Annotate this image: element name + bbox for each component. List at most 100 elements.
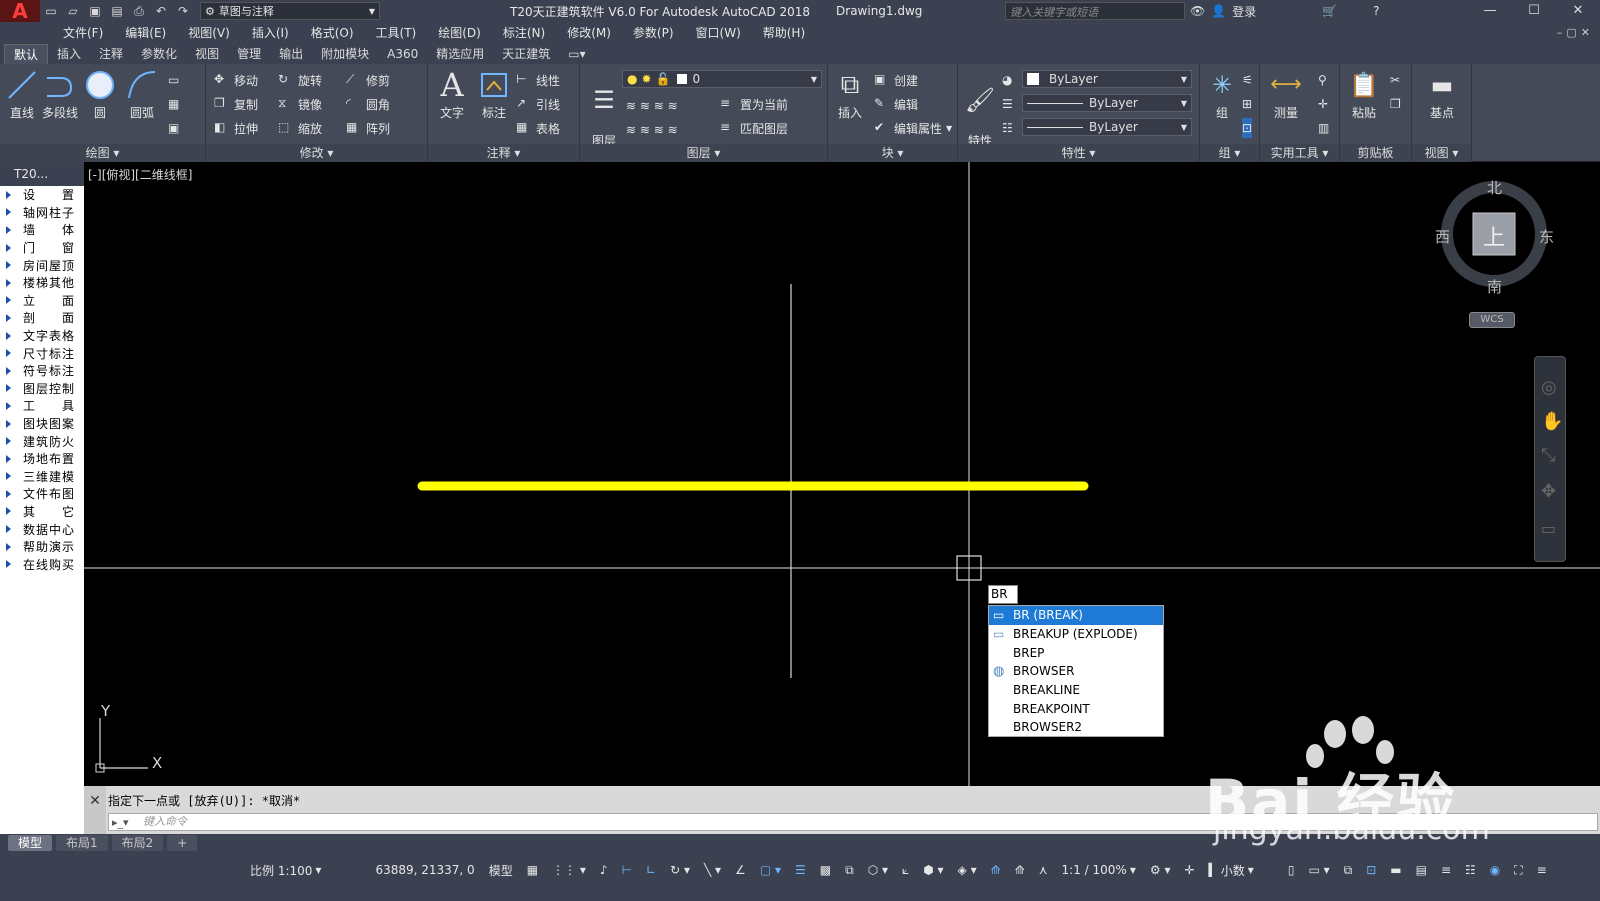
palette-item[interactable]: 场地布置 bbox=[0, 450, 84, 468]
autocomplete-item[interactable]: BREP bbox=[989, 643, 1163, 662]
zoom-icon[interactable]: ⤡ bbox=[1541, 445, 1555, 466]
quick-select-icon[interactable]: ⚲ bbox=[1318, 70, 1327, 90]
annotation-monitor-icon[interactable]: ◈ ▾ bbox=[954, 863, 981, 877]
clean-screen-icon[interactable]: ⛶ bbox=[1510, 863, 1526, 878]
color-wheel-icon[interactable]: ◕ bbox=[1002, 70, 1012, 90]
trim-tool[interactable]: ⟋ 修剪 bbox=[346, 70, 390, 90]
panel-utilities-title[interactable]: 实用工具 ▾ bbox=[1260, 144, 1339, 162]
copy-tool[interactable]: ❐ 复制 bbox=[214, 94, 258, 114]
palette-item[interactable]: 文字表格 bbox=[0, 327, 84, 345]
isodraft-icon[interactable]: ╲ ▾ bbox=[700, 863, 725, 877]
tab-parametric[interactable]: 参数化 bbox=[132, 44, 186, 64]
linear-dim-tool[interactable]: ⊢ 线性 bbox=[516, 70, 560, 90]
panel-clipboard-title[interactable]: 剪贴板 bbox=[1340, 144, 1411, 162]
autocomplete-item[interactable]: BREAKLINE bbox=[989, 681, 1163, 700]
tab-addins[interactable]: 附加模块 bbox=[312, 44, 378, 64]
transparency-icon[interactable]: ▩ bbox=[816, 863, 835, 877]
command-prompt-icon[interactable]: ▸_▾ bbox=[112, 816, 129, 829]
dynamic-input-icon[interactable]: ⊢ bbox=[618, 863, 636, 877]
region-icon[interactable]: ▣ bbox=[168, 118, 179, 138]
palette-item[interactable]: 三维建模 bbox=[0, 468, 84, 486]
wcs-dropdown[interactable]: WCS bbox=[1469, 312, 1515, 328]
model-space-button[interactable]: 模型 bbox=[485, 862, 517, 879]
measure-tool[interactable]: ⟷ 测量 bbox=[1264, 68, 1308, 121]
orbit-icon[interactable]: ✥ bbox=[1541, 481, 1556, 502]
compass-east[interactable]: 东 bbox=[1539, 226, 1554, 247]
layer-dropdown[interactable]: ● ✹ 🔓 0 ▼ bbox=[622, 70, 822, 88]
3d-osnap-icon[interactable]: ⬡ ▾ bbox=[864, 863, 892, 877]
menu-format[interactable]: 格式(O) bbox=[300, 24, 365, 41]
app-logo[interactable]: A bbox=[0, 0, 40, 23]
tab-layout1[interactable]: 布局1 bbox=[56, 835, 108, 851]
save-icon[interactable]: ▣ bbox=[84, 0, 106, 22]
tab-output[interactable]: 输出 bbox=[270, 44, 312, 64]
viewcube-top-face[interactable]: 上 bbox=[1483, 220, 1505, 252]
group-tool[interactable]: ✳ 组 bbox=[1200, 68, 1244, 121]
menu-modify[interactable]: 修改(M) bbox=[556, 24, 622, 41]
menu-tools[interactable]: 工具(T) bbox=[365, 24, 428, 41]
panel-properties-title[interactable]: 特性 ▾ bbox=[958, 144, 1199, 162]
menu-dimension[interactable]: 标注(N) bbox=[492, 24, 556, 41]
palette-item[interactable]: 建筑防火 bbox=[0, 432, 84, 450]
stretch-tool[interactable]: ◧ 拉伸 bbox=[214, 118, 258, 138]
scale-tool[interactable]: ⬚ 缩放 bbox=[278, 118, 322, 138]
globe-icon[interactable]: ◉ bbox=[1486, 863, 1504, 877]
infer-icon[interactable]: ♪ bbox=[596, 863, 612, 877]
palette-item[interactable]: 楼梯其他 bbox=[0, 274, 84, 292]
binoculars-icon[interactable]: 👁 bbox=[1190, 4, 1205, 18]
compass-north[interactable]: 北 bbox=[1487, 177, 1502, 198]
palette-item[interactable]: 文件布图 bbox=[0, 485, 84, 503]
open-file-icon[interactable]: ▱ bbox=[62, 0, 84, 22]
tab-featured-apps[interactable]: 精选应用 bbox=[427, 44, 493, 64]
menu-parametric[interactable]: 参数(P) bbox=[622, 24, 685, 41]
coordinates-readout[interactable]: 63889, 21337, 0 bbox=[371, 863, 478, 877]
polyline-tool[interactable]: 多段线 bbox=[38, 68, 82, 121]
group-edit-icon[interactable]: ⊞ bbox=[1242, 94, 1252, 114]
ungroup-icon[interactable]: ⚟ bbox=[1242, 70, 1253, 90]
palette-item[interactable]: 轴网柱子 bbox=[0, 204, 84, 222]
ucs-dynamic-icon[interactable]: ⟀ bbox=[898, 863, 913, 878]
save-as-icon[interactable]: ▤ bbox=[106, 0, 128, 22]
palette-item[interactable]: 符号标注 bbox=[0, 362, 84, 380]
undo-icon[interactable]: ↶ bbox=[150, 0, 172, 22]
palette-item[interactable]: 房间屋顶 bbox=[0, 256, 84, 274]
set-current-layer-button[interactable]: ≡ 置为当前 bbox=[720, 94, 788, 114]
compass-south[interactable]: 南 bbox=[1487, 276, 1502, 297]
close-icon[interactable]: ✕ bbox=[1556, 0, 1600, 22]
palette-item[interactable]: 剖面 bbox=[0, 309, 84, 327]
steering-wheel-icon[interactable]: ◎ bbox=[1541, 377, 1557, 398]
rotate-tool[interactable]: ↻ 旋转 bbox=[278, 70, 322, 90]
pan-icon[interactable]: ✋ bbox=[1541, 411, 1563, 432]
tab-annotate[interactable]: 注释 bbox=[90, 44, 132, 64]
workspace-switch-icon[interactable]: ⚙ ▾ bbox=[1146, 863, 1175, 877]
palette-header[interactable]: T20... bbox=[0, 162, 84, 186]
panel-modify-title[interactable]: 修改 ▾ bbox=[206, 144, 427, 162]
mirror-tool[interactable]: ⧖ 镜像 bbox=[278, 94, 322, 114]
menu-edit[interactable]: 编辑(E) bbox=[114, 24, 177, 41]
autocomplete-item[interactable]: BROWSER2 bbox=[989, 718, 1163, 737]
tab-layout2[interactable]: 布局2 bbox=[111, 835, 164, 851]
workspace-selector[interactable]: ⚙ 草图与注释 ▼ bbox=[200, 2, 380, 20]
tab-view[interactable]: 视图 bbox=[186, 44, 228, 64]
hardware-icon[interactable]: ▤ bbox=[1412, 863, 1431, 877]
auto-scale-icon[interactable]: ⟰ bbox=[1011, 863, 1029, 877]
compass-west[interactable]: 西 bbox=[1435, 226, 1450, 247]
customization-icon[interactable]: ☷ bbox=[1461, 863, 1480, 877]
menu-view[interactable]: 视图(V) bbox=[177, 24, 241, 41]
palette-item[interactable]: 在线购买 bbox=[0, 555, 84, 573]
palette-item[interactable]: 尺寸标注 bbox=[0, 344, 84, 362]
tab-a360[interactable]: A360 bbox=[378, 44, 427, 64]
menu-insert[interactable]: 插入(I) bbox=[241, 24, 300, 41]
quick-properties-icon[interactable]: ▯ bbox=[1284, 863, 1299, 877]
login-area[interactable]: 👁 👤 登录 🛒 ? bbox=[1190, 0, 1380, 22]
palette-item[interactable]: 图块图案 bbox=[0, 415, 84, 433]
move-tool[interactable]: ✥ 移动 bbox=[214, 70, 258, 90]
annotation-visibility-icon[interactable]: ⟰ bbox=[987, 863, 1005, 877]
drawing-canvas[interactable]: [-][俯视][二维线框] Y X 北 南 东 西 上 WCS ◎ ✋ ⤡ ✥ … bbox=[84, 162, 1600, 786]
palette-item[interactable]: 设置 bbox=[0, 186, 84, 204]
palette-item[interactable]: 其它 bbox=[0, 503, 84, 521]
gizmo-icon[interactable]: ⬢ ▾ bbox=[919, 863, 947, 877]
menu-help[interactable]: 帮助(H) bbox=[752, 24, 816, 41]
calculator-icon[interactable]: ▥ bbox=[1318, 118, 1329, 138]
edit-block-button[interactable]: ✎ 编辑 bbox=[874, 94, 918, 114]
